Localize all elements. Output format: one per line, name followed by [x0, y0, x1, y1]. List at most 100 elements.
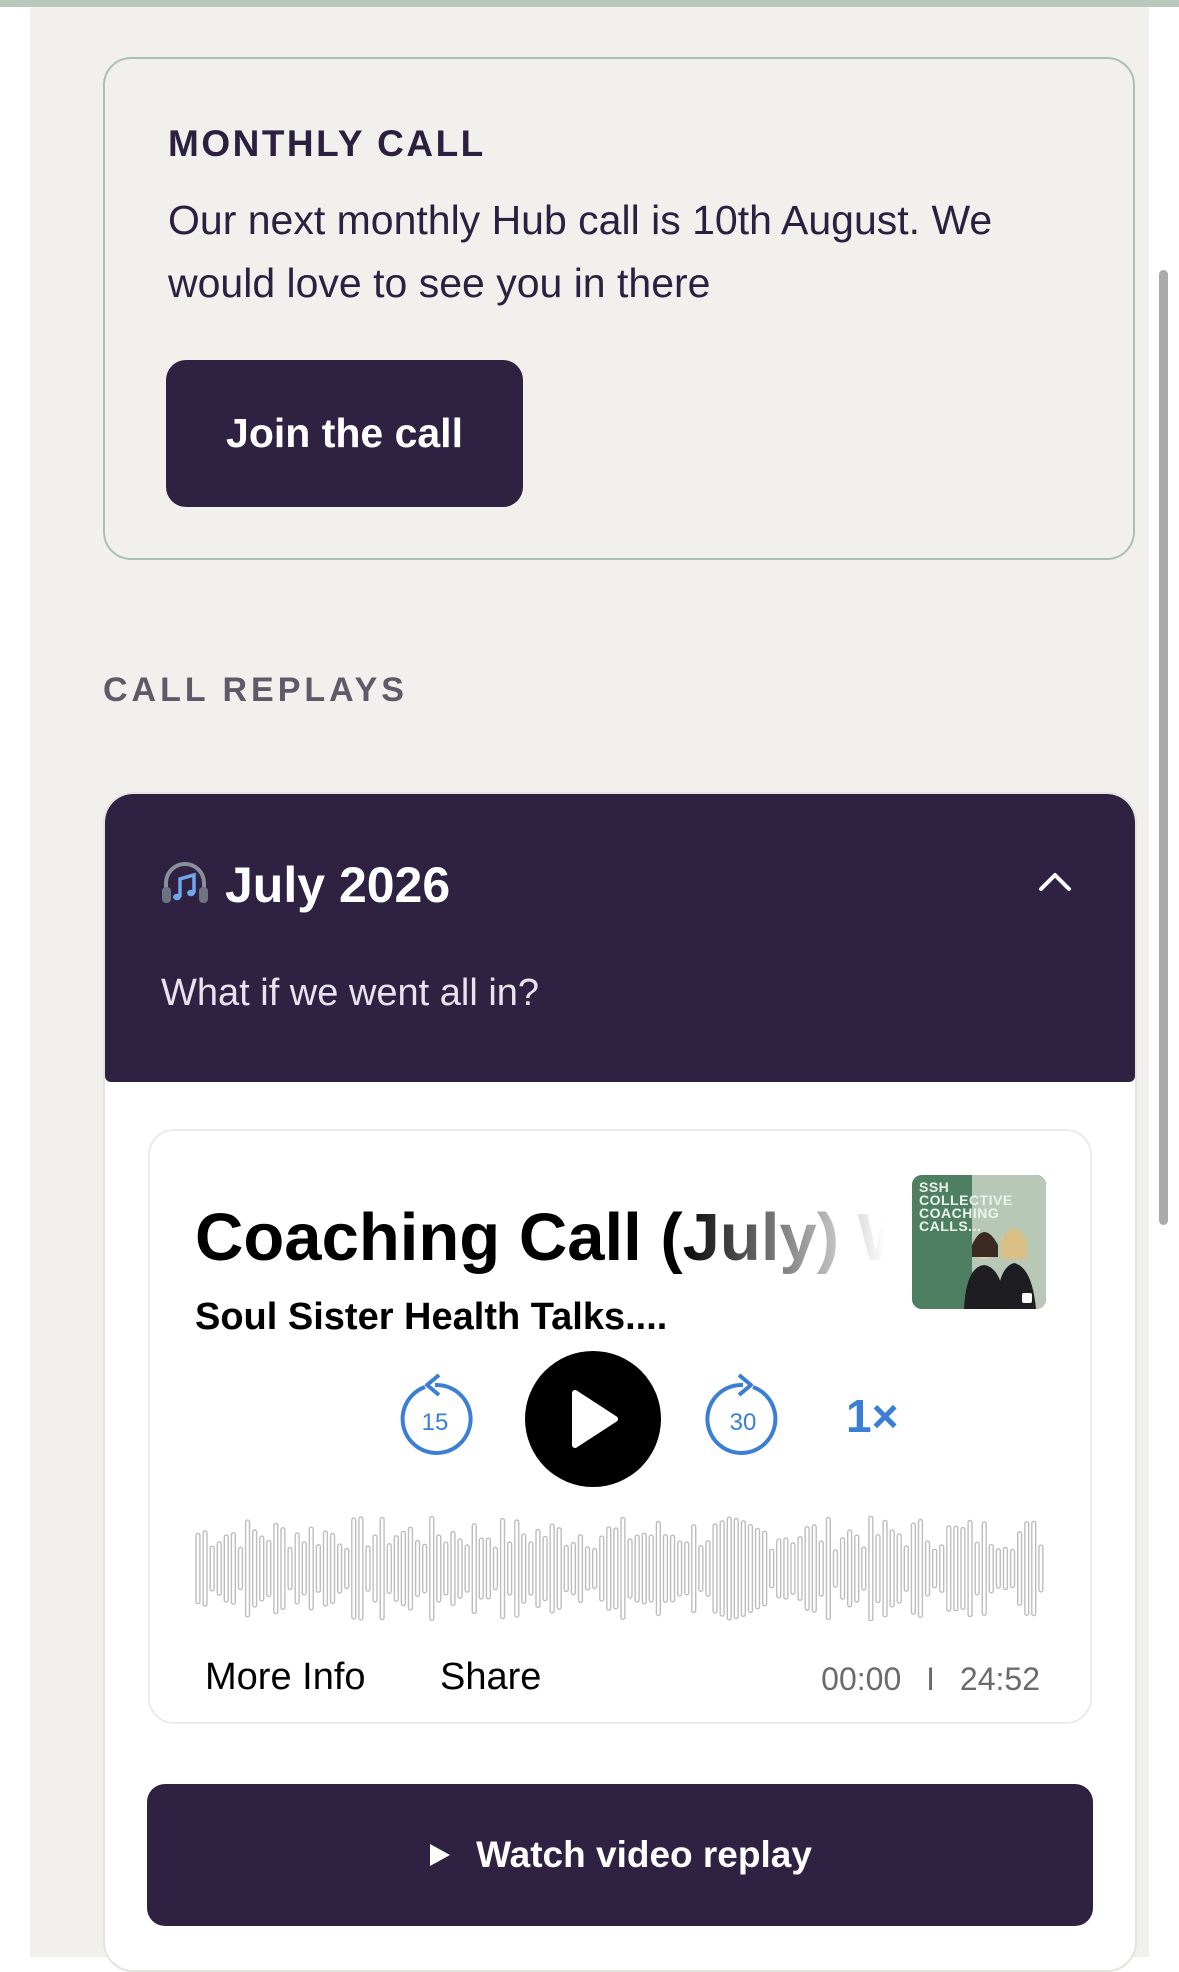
- waveform-bar: [648, 1534, 654, 1603]
- waveform-bar: [259, 1535, 265, 1602]
- waveform-bar: [754, 1527, 761, 1610]
- waveform-bar: [429, 1516, 435, 1621]
- forward-seconds-label: 30: [730, 1409, 757, 1436]
- waveform-bar: [790, 1542, 796, 1595]
- waveform-bar: [804, 1525, 810, 1611]
- waveform-bar: [634, 1534, 640, 1603]
- waveform-bar: [868, 1516, 874, 1621]
- waveform-bar: [946, 1525, 952, 1612]
- rewind-seconds-label: 15: [422, 1409, 449, 1436]
- waveform-bar: [315, 1544, 322, 1593]
- waveform-bar: [726, 1516, 732, 1621]
- watch-video-replay-button[interactable]: Watch video replay: [147, 1784, 1093, 1926]
- time-separator: I: [926, 1661, 936, 1697]
- monthly-call-card: MONTHLY CALL Our next monthly Hub call i…: [103, 57, 1135, 560]
- waveform-bar: [599, 1535, 605, 1602]
- watch-video-replay-label: Watch video replay: [476, 1834, 812, 1875]
- waveform-bar: [1017, 1531, 1023, 1606]
- more-info-link[interactable]: More Info: [205, 1656, 366, 1699]
- waveform-bar: [535, 1528, 541, 1609]
- waveform-bar: [882, 1519, 888, 1618]
- waveform-bar: [372, 1534, 378, 1603]
- waveform-bar: [854, 1534, 860, 1603]
- scrollbar[interactable]: [1159, 270, 1168, 1225]
- waveform-bar: [1002, 1546, 1009, 1591]
- waveform-bar: [698, 1544, 704, 1593]
- waveform-bar: [1024, 1521, 1030, 1616]
- waveform-bar: [939, 1544, 945, 1593]
- share-link[interactable]: Share: [440, 1656, 541, 1699]
- forward-30-button[interactable]: 30: [703, 1373, 783, 1459]
- waveform-bar: [230, 1532, 237, 1605]
- waveform-bar: [592, 1547, 598, 1590]
- waveform-bar: [861, 1546, 867, 1591]
- waveform-bar: [407, 1526, 414, 1611]
- waveform-bar: [903, 1545, 909, 1592]
- replay-accordion-header[interactable]: July 2026 What if we went all in?: [105, 794, 1135, 1082]
- content-panel: MONTHLY CALL Our next monthly Hub call i…: [30, 7, 1149, 1972]
- waveform-bar: [1038, 1544, 1044, 1593]
- waveform-bar: [471, 1523, 477, 1615]
- waveform-bar: [719, 1520, 725, 1617]
- waveform-bar: [365, 1545, 371, 1592]
- waveform-bar: [797, 1536, 803, 1601]
- waveform-bar: [528, 1541, 534, 1596]
- waveform-bar: [436, 1534, 442, 1603]
- waveform-bar: [322, 1530, 329, 1607]
- waveform-bar: [464, 1544, 470, 1593]
- chevron-up-icon[interactable]: [1035, 862, 1075, 902]
- play-triangle-icon: [430, 1844, 451, 1866]
- playback-controls: 15 30 1×: [150, 1351, 1090, 1491]
- show-name: Soul Sister Health Talks....: [195, 1296, 668, 1338]
- waveform-bar: [507, 1541, 513, 1596]
- waveform-bar: [811, 1524, 817, 1613]
- play-icon: [572, 1390, 618, 1448]
- waveform-bar: [875, 1533, 881, 1604]
- waveform-bar: [995, 1548, 1002, 1589]
- rewind-15-button[interactable]: 15: [395, 1373, 475, 1459]
- waveform-bar: [712, 1523, 718, 1614]
- waveform-bar: [280, 1526, 286, 1610]
- waveform-bar: [740, 1520, 747, 1618]
- waveform-bar: [839, 1537, 846, 1600]
- waveform-bar: [450, 1530, 456, 1607]
- waveform-bar: [273, 1522, 279, 1615]
- duration: 24:52: [959, 1661, 1040, 1697]
- replay-month-title: July 2026: [225, 857, 451, 913]
- waveform-bar: [556, 1527, 562, 1610]
- waveform-bar: [308, 1526, 314, 1611]
- waveform-bar: [1009, 1548, 1016, 1589]
- waveform-bar: [393, 1535, 399, 1602]
- waveform-bar: [669, 1534, 676, 1603]
- waveform-bar: [478, 1537, 484, 1600]
- join-call-button[interactable]: Join the call: [166, 360, 523, 507]
- waveform-bar: [252, 1529, 258, 1608]
- waveform-bar: [542, 1535, 548, 1602]
- play-button[interactable]: [525, 1351, 661, 1487]
- waveform-bar: [967, 1519, 973, 1618]
- waveform-bar: [209, 1545, 215, 1592]
- waveform-bar: [960, 1526, 966, 1611]
- waveform-bar: [783, 1537, 789, 1600]
- waveform-bar: [386, 1543, 392, 1595]
- waveform-bar: [329, 1532, 336, 1605]
- monthly-call-title: MONTHLY CALL: [168, 123, 486, 164]
- waveform-bar: [344, 1547, 350, 1590]
- waveform-bar: [705, 1540, 711, 1597]
- waveform-bar: [691, 1524, 697, 1614]
- waveform-bar: [762, 1530, 768, 1607]
- waveform-bar: [733, 1517, 739, 1620]
- waveform-bar: [953, 1525, 959, 1612]
- playback-speed-button[interactable]: 1×: [846, 1389, 898, 1443]
- waveform-bar: [400, 1530, 406, 1607]
- waveform-bar: [932, 1548, 938, 1589]
- waveform-bar: [832, 1549, 839, 1588]
- podcast-cover-art: SSH COLLECTIVE COACHING CALLS...: [912, 1175, 1046, 1309]
- waveform-bar: [223, 1534, 229, 1603]
- audio-waveform-scrubber[interactable]: [195, 1516, 1045, 1621]
- waveform-bar: [988, 1543, 994, 1594]
- waveform-bar: [266, 1539, 272, 1598]
- waveform-bar: [237, 1546, 244, 1591]
- waveform-bar: [896, 1533, 902, 1604]
- waveform-bar: [549, 1523, 555, 1614]
